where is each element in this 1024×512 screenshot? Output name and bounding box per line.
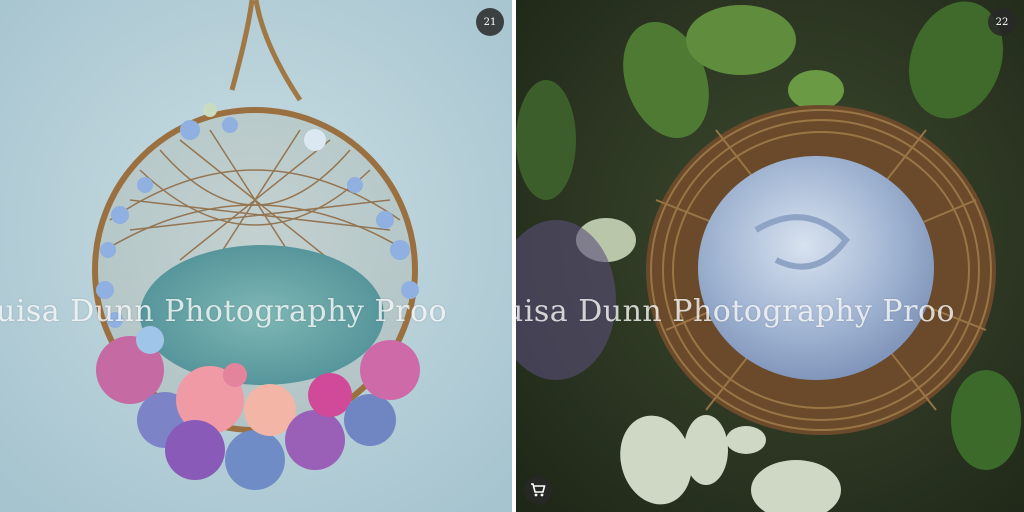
gallery-photo-21[interactable]: 21 uisa Dunn Photography Proo bbox=[0, 0, 512, 512]
basket-photo-image bbox=[0, 0, 512, 512]
watermark-text: uisa Dunn Photography Proo bbox=[516, 294, 956, 329]
shopping-cart-icon bbox=[531, 483, 546, 497]
nest-photo-image bbox=[516, 0, 1024, 512]
photo-number-badge: 22 bbox=[988, 8, 1016, 36]
photo-number-badge: 21 bbox=[476, 8, 504, 36]
add-to-cart-button[interactable] bbox=[524, 476, 552, 504]
watermark-text: uisa Dunn Photography Proo bbox=[0, 294, 448, 329]
gallery-photo-22[interactable]: 22 uisa Dunn Photography Proo bbox=[516, 0, 1024, 512]
